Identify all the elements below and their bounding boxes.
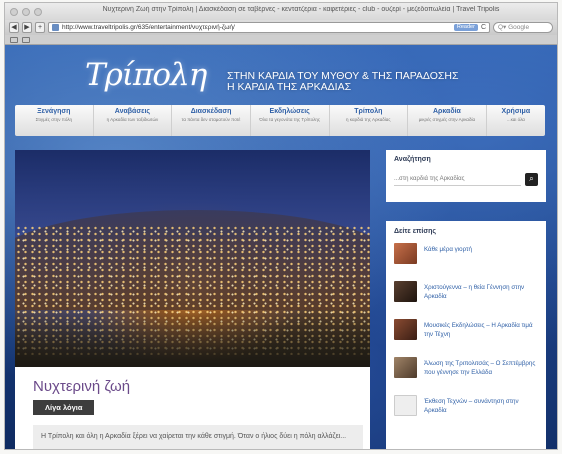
nav-item-ekdiloseis[interactable]: Εκδηλώσεις Όλα τα γεγονότα της Τρίπολης	[251, 105, 330, 136]
minimize-window-icon[interactable]	[22, 7, 30, 16]
nav-item-subtitle: ...και όλα	[506, 117, 525, 122]
search-widget-title: Αναζήτηση	[394, 156, 431, 163]
window-title: Νυχτερινή Ζωή στην Τρίπολη | Διασκέδαση …	[102, 6, 500, 13]
window-controls	[5, 7, 42, 16]
site-icon	[52, 24, 59, 31]
zoom-window-icon[interactable]	[34, 7, 42, 16]
list-item[interactable]: Χριστούγεννα – η θεία Γέννηση στην Αρκαδ…	[394, 281, 538, 311]
add-bookmark-button[interactable]: +	[35, 22, 45, 33]
page-title: Νυχτερινή ζωή	[33, 378, 131, 395]
list-item[interactable]: Κάθε μέρα γιορτή	[394, 243, 538, 273]
nav-item-title: Αρκαδία	[433, 108, 461, 115]
related-link[interactable]: Άλωση της Τριπολιτσάς – Ο Σεπτέμβρης που…	[424, 357, 538, 377]
main-content: Νυχτερινή ζωή Λίγα λόγια Η Τρίπολη και ό…	[15, 150, 370, 449]
related-link[interactable]: Χριστούγεννα – η θεία Γέννηση στην Αρκαδ…	[424, 281, 538, 301]
site-header: Τρίπολη ΣΤΗΝ ΚΑΡΔΙΑ ΤΟΥ ΜΥΘΟΥ & ΤΗΣ ΠΑΡΑ…	[85, 57, 545, 97]
nav-item-title: Εκδηλώσεις	[269, 108, 310, 115]
nav-item-tripoli[interactable]: Τρίπολη η καρδιά της Αρκαδίας	[330, 105, 409, 136]
nav-item-title: Χρήσιμα	[501, 108, 531, 115]
bookmarks-bar	[5, 35, 557, 45]
list-item[interactable]: Μουσικές Εκδηλώσεις – Η Αρκαδία τιμά την…	[394, 319, 538, 349]
article-thumbnail[interactable]	[394, 319, 417, 340]
reader-button[interactable]: Reader	[453, 24, 478, 31]
nav-item-subtitle: η Αρκαδία των ταξιδιωτών	[106, 117, 159, 122]
address-bar[interactable]: http://www.traveltripolis.gr/635/enterta…	[48, 22, 490, 33]
related-articles-widget: Δείτε επίσης Κάθε μέρα γιορτή Χριστούγεν…	[386, 221, 546, 449]
title-bar: Νυχτερινή Ζωή στην Τρίπολη | Διασκέδαση …	[5, 3, 557, 20]
article-thumbnail[interactable]	[394, 281, 417, 302]
search-input[interactable]: Q▾ Google	[493, 22, 553, 33]
reading-list-icon[interactable]	[10, 36, 18, 43]
list-item[interactable]: Άλωση της Τριπολιτσάς – Ο Σεπτέμβρης που…	[394, 357, 538, 387]
related-widget-title: Δείτε επίσης	[394, 228, 437, 235]
main-nav: Ξενάγηση Στιγμές στην πόλη Αναβάσεις η Α…	[15, 105, 545, 136]
related-link[interactable]: Κάθε μέρα γιορτή	[424, 243, 472, 254]
sidebar-search-input[interactable]: ...στη καρδιά της Αρκαδίας	[394, 173, 521, 186]
top-sites-icon[interactable]	[22, 36, 30, 43]
search-placeholder: Google	[508, 24, 530, 31]
nav-item-subtitle: μικρές στιγμές στην Αρκαδία	[418, 117, 476, 122]
reload-icon[interactable]: C	[481, 24, 486, 31]
url-text: http://www.traveltripolis.gr/635/enterta…	[62, 24, 235, 31]
nav-item-title: Ξενάγηση	[37, 108, 71, 115]
browser-window: Νυχτερινή Ζωή στην Τρίπολη | Διασκέδαση …	[4, 2, 558, 450]
article-thumbnail[interactable]	[394, 357, 417, 378]
nav-item-diaskedasi[interactable]: Διασκέδαση τα πάντα δεν σταματούν ποτέ	[172, 105, 251, 136]
back-button[interactable]: ◀	[9, 22, 19, 33]
nav-item-anavaseis[interactable]: Αναβάσεις η Αρκαδία των ταξιδιωτών	[94, 105, 173, 136]
article-thumbnail[interactable]	[394, 395, 417, 416]
nav-item-subtitle: Στιγμές στην πόλη	[35, 117, 73, 122]
site-tagline: ΣΤΗΝ ΚΑΡΔΙΑ ΤΟΥ ΜΥΘΟΥ & ΤΗΣ ΠΑΡΑΔΟΣΗΣ Η …	[227, 71, 458, 93]
search-submit-icon[interactable]: ⌕	[525, 173, 538, 186]
nav-item-title: Τρίπολη	[354, 108, 383, 115]
related-link[interactable]: Μουσικές Εκδηλώσεις – Η Αρκαδία τιμά την…	[424, 319, 538, 339]
nav-item-arkadia[interactable]: Αρκαδία μικρές στιγμές στην Αρκαδία	[408, 105, 487, 136]
night-city-photo	[15, 150, 370, 367]
site-logo[interactable]: Τρίπολη	[85, 57, 207, 93]
section-tag: Λίγα λόγια	[33, 400, 95, 415]
nav-item-xenagisi[interactable]: Ξενάγηση Στιγμές στην πόλη	[15, 105, 94, 136]
browser-toolbar: ◀ ▶ + http://www.traveltripolis.gr/635/e…	[5, 20, 557, 35]
related-link[interactable]: Έκθεση Τεχνών – συνάντηση στην Αρκαδία	[424, 395, 538, 415]
forward-button[interactable]: ▶	[22, 22, 32, 33]
sidebar-search-widget: Αναζήτηση ...στη καρδιά της Αρκαδίας ⌕	[386, 150, 546, 202]
web-page: Τρίπολη ΣΤΗΝ ΚΑΡΔΙΑ ΤΟΥ ΜΥΘΟΥ & ΤΗΣ ΠΑΡΑ…	[5, 45, 557, 449]
nav-item-subtitle: Όλα τα γεγονότα της Τρίπολης	[259, 117, 321, 122]
article-thumbnail[interactable]	[394, 243, 417, 264]
close-window-icon[interactable]	[10, 7, 18, 16]
nav-item-subtitle: η καρδιά της Αρκαδίας	[346, 117, 391, 122]
nav-item-xrisima[interactable]: Χρήσιμα ...και όλα	[487, 105, 545, 136]
article-excerpt: Η Τρίπολη και όλη η Αρκαδία ξέρει να χαί…	[33, 425, 363, 449]
nav-item-subtitle: τα πάντα δεν σταματούν ποτέ	[181, 117, 241, 122]
search-icon: Q▾	[498, 24, 509, 31]
nav-item-title: Αναβάσεις	[114, 108, 151, 115]
tagline-line-2: Η ΚΑΡΔΙΑ ΤΗΣ ΑΡΚΑΔΙΑΣ	[227, 81, 352, 93]
list-item[interactable]: Έκθεση Τεχνών – συνάντηση στην Αρκαδία	[394, 395, 538, 425]
nav-item-title: Διασκέδαση	[190, 108, 232, 115]
